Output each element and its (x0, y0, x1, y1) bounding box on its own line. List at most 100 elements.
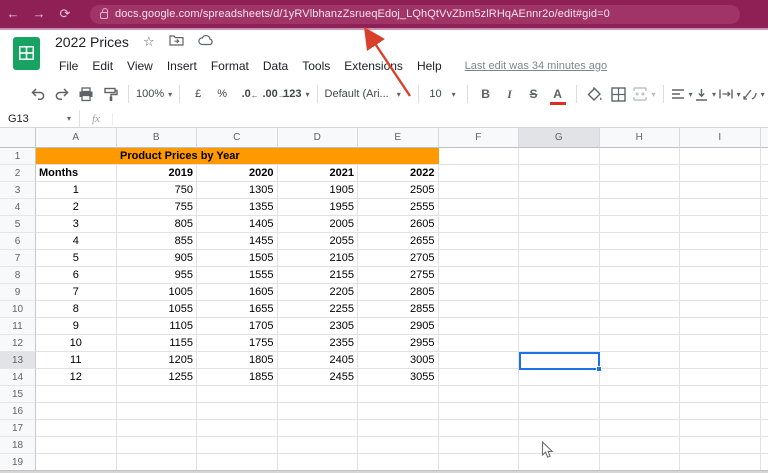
menu-help[interactable]: Help (410, 57, 449, 75)
cell-value[interactable]: 1655 (197, 301, 278, 318)
cell-empty[interactable] (117, 420, 198, 437)
cell-empty[interactable] (600, 335, 681, 352)
cell-empty[interactable] (761, 182, 768, 199)
format-currency-button[interactable]: £ (187, 82, 209, 106)
cell-header[interactable]: 2022 (358, 165, 439, 182)
undo-button[interactable] (27, 82, 49, 106)
cell-header[interactable]: Months (36, 165, 117, 182)
cell-empty[interactable] (600, 386, 681, 403)
row-header-8[interactable]: 8 (0, 267, 36, 284)
cell-empty[interactable] (439, 284, 520, 301)
cell-empty[interactable] (761, 233, 768, 250)
cell-empty[interactable] (600, 165, 681, 182)
column-header-H[interactable]: H (600, 128, 681, 148)
cell-empty[interactable] (519, 318, 600, 335)
cell-empty[interactable] (117, 454, 198, 471)
cell-empty[interactable] (439, 386, 520, 403)
row-header-10[interactable]: 10 (0, 301, 36, 318)
cell-value[interactable]: 2405 (278, 352, 359, 369)
decrease-decimal-button[interactable]: .0← (235, 82, 257, 106)
cell-empty[interactable] (761, 199, 768, 216)
cell-empty[interactable] (439, 369, 520, 386)
cell-value[interactable]: 1205 (117, 352, 198, 369)
column-header-B[interactable]: B (117, 128, 198, 148)
cell-empty[interactable] (519, 284, 600, 301)
cell-value[interactable]: 1505 (197, 250, 278, 267)
cell-empty[interactable] (519, 216, 600, 233)
row-header-7[interactable]: 7 (0, 250, 36, 267)
cell-value[interactable]: 905 (117, 250, 198, 267)
cell-empty[interactable] (680, 199, 761, 216)
column-header-F[interactable]: F (439, 128, 520, 148)
cell-value[interactable]: 2055 (278, 233, 359, 250)
row-header-1[interactable]: 1 (0, 148, 36, 165)
formula-input[interactable] (113, 110, 768, 127)
format-percent-button[interactable]: % (211, 82, 233, 106)
cell-empty[interactable] (600, 301, 681, 318)
cell-empty[interactable] (600, 318, 681, 335)
column-header-G[interactable]: G (519, 128, 600, 148)
cell-value[interactable]: 2755 (358, 267, 439, 284)
cell-value[interactable]: 1155 (117, 335, 198, 352)
cell-empty[interactable] (439, 165, 520, 182)
cell-value[interactable]: 750 (117, 182, 198, 199)
menu-file[interactable]: File (52, 57, 85, 75)
cell-empty[interactable] (519, 369, 600, 386)
cell-value[interactable]: 1955 (278, 199, 359, 216)
cell-empty[interactable] (600, 369, 681, 386)
merged-title-cell[interactable]: Product Prices by Year (36, 148, 439, 165)
column-header-C[interactable]: C (197, 128, 278, 148)
row-header-4[interactable]: 4 (0, 199, 36, 216)
cell-value[interactable]: 2455 (278, 369, 359, 386)
cell-value[interactable]: 805 (117, 216, 198, 233)
cell-empty[interactable] (439, 148, 520, 165)
menu-tools[interactable]: Tools (295, 57, 337, 75)
cell-empty[interactable] (761, 250, 768, 267)
cell-value[interactable]: 1605 (197, 284, 278, 301)
text-color-button[interactable]: A (547, 82, 569, 106)
cell-empty[interactable] (439, 318, 520, 335)
cell-empty[interactable] (680, 216, 761, 233)
cell-empty[interactable] (519, 165, 600, 182)
menu-edit[interactable]: Edit (85, 57, 120, 75)
cell-empty[interactable] (439, 437, 520, 454)
cell-value[interactable]: 3055 (358, 369, 439, 386)
cell-month[interactable]: 1 (36, 182, 117, 199)
row-header-13[interactable]: 13 (0, 352, 36, 369)
cell-empty[interactable] (278, 403, 359, 420)
cell-empty[interactable] (761, 369, 768, 386)
cell-value[interactable]: 1905 (278, 182, 359, 199)
cell-empty[interactable] (680, 437, 761, 454)
row-header-17[interactable]: 17 (0, 420, 36, 437)
cell-empty[interactable] (680, 352, 761, 369)
italic-button[interactable]: I (499, 82, 521, 106)
cell-empty[interactable] (600, 233, 681, 250)
cell-empty[interactable] (117, 386, 198, 403)
cell-empty[interactable] (36, 403, 117, 420)
row-header-2[interactable]: 2 (0, 165, 36, 182)
cell-value[interactable]: 1805 (197, 352, 278, 369)
cell-empty[interactable] (278, 386, 359, 403)
merge-cells-button[interactable]: ▾ (632, 82, 656, 106)
cell-empty[interactable] (761, 420, 768, 437)
cell-value[interactable]: 2905 (358, 318, 439, 335)
horizontal-align-button[interactable]: ▾ (671, 82, 693, 106)
cell-empty[interactable] (36, 437, 117, 454)
paint-format-button[interactable] (99, 82, 121, 106)
cell-empty[interactable] (519, 437, 600, 454)
cell-empty[interactable] (358, 437, 439, 454)
cell-empty[interactable] (36, 420, 117, 437)
cell-empty[interactable] (197, 437, 278, 454)
menu-data[interactable]: Data (256, 57, 295, 75)
menu-extensions[interactable]: Extensions (337, 57, 410, 75)
cell-empty[interactable] (439, 403, 520, 420)
cell-value[interactable]: 2205 (278, 284, 359, 301)
cell-value[interactable]: 1105 (117, 318, 198, 335)
cell-empty[interactable] (278, 437, 359, 454)
cell-month[interactable]: 7 (36, 284, 117, 301)
cell-empty[interactable] (358, 386, 439, 403)
cell-value[interactable]: 2955 (358, 335, 439, 352)
cell-header[interactable]: 2021 (278, 165, 359, 182)
cell-empty[interactable] (358, 454, 439, 471)
cell-empty[interactable] (680, 369, 761, 386)
